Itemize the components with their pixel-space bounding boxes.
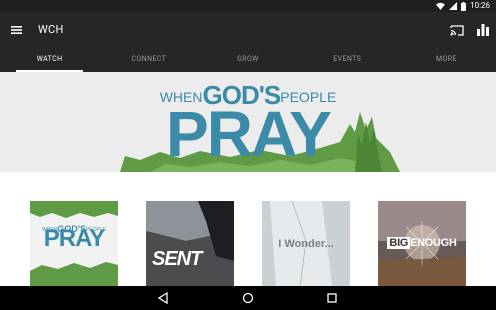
series-card-pray[interactable]: WHENGOD'SPEOPLE PRAY: [30, 201, 118, 286]
series-card-i-wonder[interactable]: I Wonder...: [262, 201, 350, 286]
tab-watch[interactable]: WATCH: [0, 48, 99, 72]
battery-icon: [461, 1, 467, 11]
cast-icon[interactable]: [450, 23, 464, 37]
recent-apps-icon[interactable]: [326, 292, 338, 304]
tab-bar: WATCH CONNECT GROW EVENTS MORE: [0, 48, 496, 72]
card-sent-title: SENT: [152, 248, 202, 270]
bar-chart-icon[interactable]: [476, 23, 490, 37]
series-card-sent[interactable]: SENT: [146, 201, 234, 286]
signal-icon: [449, 2, 458, 10]
app-title: WCH: [38, 23, 64, 36]
app-bar: WCH: [0, 12, 496, 48]
back-icon[interactable]: [157, 292, 169, 304]
card-wonder-title: I Wonder...: [278, 238, 334, 250]
card-bigenough-title: BIG ENOUGH: [378, 237, 466, 249]
system-nav-bar: [0, 286, 496, 310]
tab-events[interactable]: EVENTS: [298, 48, 397, 72]
series-card-big-enough[interactable]: BIG ENOUGH: [378, 201, 466, 286]
hero-title: PRAY: [166, 98, 332, 170]
status-icons: 10:26: [436, 1, 490, 11]
hero-banner[interactable]: WHENGOD'SPEOPLE PRAY: [0, 72, 496, 172]
home-icon[interactable]: [242, 292, 254, 304]
card-pray-title: PRAY: [43, 225, 105, 252]
app-screen: 10:26 WCH WATCH CONNECT GROW EVENTS MORE: [0, 0, 496, 310]
card-bigenough-enough: ENOUGH: [410, 237, 457, 249]
tab-grow[interactable]: GROW: [198, 48, 297, 72]
tab-more[interactable]: MORE: [397, 48, 496, 72]
status-time: 10:26: [470, 1, 490, 10]
status-bar: 10:26: [0, 0, 496, 12]
card-bigenough-big: BIG: [387, 237, 411, 249]
card-sent-photo: [146, 201, 234, 286]
sermon-series-grid: WHENGOD'SPEOPLE PRAY SENT I Wonder... BI…: [0, 172, 496, 286]
menu-icon[interactable]: [10, 23, 24, 37]
tab-connect[interactable]: CONNECT: [99, 48, 198, 72]
wifi-icon: [436, 2, 446, 10]
